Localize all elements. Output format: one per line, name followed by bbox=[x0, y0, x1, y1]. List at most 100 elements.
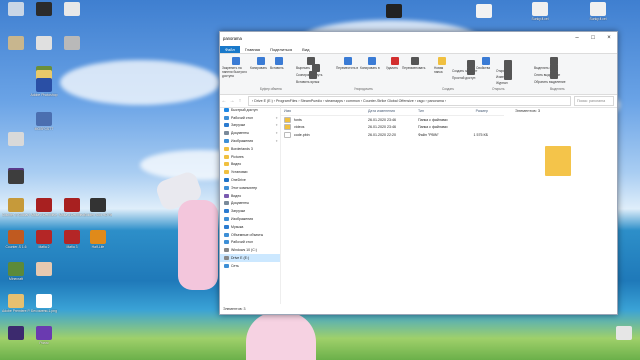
nav-item[interactable]: Загрузки ✦ bbox=[220, 122, 280, 130]
desktop-icon[interactable]: Ролик bbox=[30, 326, 58, 345]
desktop-icon[interactable]: Mafia 2 Definitive bbox=[30, 198, 58, 217]
tab-view[interactable]: Вид bbox=[297, 46, 314, 53]
desktop-icon[interactable] bbox=[30, 2, 58, 17]
desktop-icon[interactable]: Mafia 3 bbox=[58, 230, 86, 249]
desktop-icon[interactable]: Mafia 2 bbox=[30, 230, 58, 249]
ribbon-button[interactable]: Новая папка bbox=[434, 57, 450, 74]
desktop-icon[interactable] bbox=[58, 36, 86, 51]
tab-share[interactable]: Поделиться bbox=[265, 46, 297, 53]
desktop-icon[interactable]: Mafia 3 Definitive bbox=[58, 198, 86, 217]
address-path[interactable]: › Drive E (E:) › ProgramFiles › SteamPue… bbox=[248, 96, 571, 106]
column-size[interactable]: Размер bbox=[458, 109, 488, 113]
tab-file[interactable]: Файл bbox=[220, 46, 240, 53]
nav-item-icon bbox=[224, 193, 229, 198]
desktop-icon[interactable]: Sunky.fl.cel bbox=[526, 2, 554, 21]
nav-item[interactable]: OneDrive bbox=[220, 176, 280, 184]
desktop-icon[interactable] bbox=[2, 36, 30, 51]
desktop-icon[interactable]: Sunky.fl.cel bbox=[584, 2, 612, 21]
ribbon-button-label: Закрепить на панели быстрого доступа bbox=[222, 66, 248, 78]
file-type: Файл "PBIN" bbox=[418, 132, 439, 137]
desktop-icon[interactable]: Counter-S 1.6 bbox=[2, 230, 30, 249]
nav-item[interactable]: Borderlands 3 bbox=[220, 145, 280, 153]
up-arrow-icon[interactable]: ↑ bbox=[236, 98, 244, 104]
preview-count: Элементов: 3 bbox=[515, 108, 541, 113]
nav-item[interactable]: Рабочий стол bbox=[220, 239, 280, 247]
nav-item[interactable]: Изображения ✦ bbox=[220, 137, 280, 145]
nav-item[interactable]: Установки bbox=[220, 168, 280, 176]
ribbon-button[interactable]: Журнал bbox=[496, 72, 520, 85]
nav-item[interactable]: Видео bbox=[220, 192, 280, 200]
desktop-icon-label: Mafia 3 Definitive bbox=[58, 213, 85, 217]
nav-item[interactable]: Windows 10 (C:) bbox=[220, 246, 280, 254]
ribbon-button[interactable]: Свойства bbox=[476, 57, 496, 70]
ribbon-button[interactable]: Закрепить на панели быстрого доступа bbox=[222, 57, 250, 78]
desktop-icon[interactable]: Minecraft bbox=[2, 262, 30, 281]
search-input[interactable]: Поиск: panorama bbox=[574, 96, 614, 106]
desktop-icon[interactable] bbox=[58, 2, 86, 17]
desktop-icon[interactable]: Golden Slot HD Ree... bbox=[84, 198, 112, 217]
desktop-icon[interactable] bbox=[2, 132, 30, 147]
nav-item[interactable]: Видео bbox=[220, 161, 280, 169]
desktop-icon[interactable]: Adobe Premiere P... bbox=[2, 294, 30, 313]
minimize-button[interactable]: – bbox=[569, 32, 585, 44]
desktop-icon[interactable]: Counter-S Global O... bbox=[2, 198, 30, 217]
nav-item[interactable]: Документы bbox=[220, 200, 280, 208]
nav-item[interactable]: Быстрый доступ bbox=[220, 106, 280, 114]
file-row[interactable]: fonts 26.01.2020 23:46 Папка с файлами bbox=[281, 116, 504, 124]
ribbon-button[interactable]: Вставить bbox=[270, 57, 288, 70]
ribbon-button-label: Свойства bbox=[476, 66, 490, 70]
desktop-icon[interactable] bbox=[2, 326, 30, 341]
nav-item-icon bbox=[224, 209, 229, 214]
desktop-icon[interactable] bbox=[2, 170, 30, 185]
nav-item[interactable]: Сеть bbox=[220, 262, 280, 270]
ribbon-button-icon bbox=[467, 67, 475, 75]
nav-item[interactable]: Рабочий стол ✦ bbox=[220, 114, 280, 122]
nav-item[interactable]: Загрузки bbox=[220, 207, 280, 215]
ribbon-button[interactable]: Копировать в bbox=[360, 57, 384, 70]
ribbon-button-label: Журнал bbox=[496, 81, 508, 85]
desktop-icon-label: Adobe Photoshop bbox=[30, 93, 58, 97]
desktop-icon[interactable]: Без имени-1.png bbox=[30, 294, 58, 313]
desktop-icon-image bbox=[8, 326, 24, 340]
nav-item[interactable]: Этот компьютер bbox=[220, 184, 280, 192]
nav-item[interactable]: Изображения bbox=[220, 215, 280, 223]
desktop-icon[interactable] bbox=[30, 262, 58, 277]
file-row[interactable]: videos 26.01.2020 23:46 Папка с файлами bbox=[281, 124, 504, 132]
ribbon-button[interactable]: Обратить выделение bbox=[534, 71, 574, 84]
desktop-icon[interactable]: MOSFCSTT bbox=[30, 112, 58, 131]
nav-item[interactable]: Музыка bbox=[220, 223, 280, 231]
nav-item-label: Видео bbox=[231, 193, 242, 198]
column-date[interactable]: Дата изменения bbox=[368, 109, 418, 113]
status-bar: Элементов: 3 bbox=[223, 307, 246, 311]
column-type[interactable]: Тип bbox=[418, 109, 458, 113]
tab-home[interactable]: Главная bbox=[240, 46, 265, 53]
ribbon-button-icon bbox=[257, 57, 265, 65]
close-button[interactable]: × bbox=[601, 32, 617, 44]
folder-preview-icon bbox=[545, 146, 571, 176]
nav-item[interactable]: Drive E (E:) bbox=[220, 254, 280, 262]
ribbon-button[interactable]: Копировать bbox=[250, 57, 272, 70]
desktop-icon[interactable]: Half-Life bbox=[84, 230, 112, 249]
ribbon-button[interactable]: Переименовать bbox=[402, 57, 428, 70]
nav-item[interactable]: Документы ✦ bbox=[220, 129, 280, 137]
ribbon-button[interactable]: Переместить в bbox=[336, 57, 360, 70]
desktop-icon[interactable] bbox=[30, 36, 58, 51]
ribbon-button-icon bbox=[391, 57, 399, 65]
nav-item-icon bbox=[224, 146, 229, 151]
desktop-icon[interactable] bbox=[610, 326, 638, 341]
column-name[interactable]: Имя bbox=[281, 109, 368, 113]
nav-item[interactable]: Объемные объекты bbox=[220, 231, 280, 239]
desktop-icon[interactable] bbox=[470, 4, 498, 19]
desktop-icon[interactable]: Adobe Photoshop bbox=[30, 78, 58, 97]
ribbon-button-icon bbox=[550, 71, 558, 79]
desktop-icon[interactable] bbox=[2, 2, 30, 17]
ribbon-button[interactable]: Вставить ярлык bbox=[296, 71, 330, 84]
desktop-icon[interactable] bbox=[380, 4, 408, 19]
ribbon-button-label: Простой доступ bbox=[452, 76, 476, 80]
back-arrow-icon[interactable]: ← bbox=[220, 98, 228, 104]
desktop-icon-label: Без имени-1.png bbox=[30, 309, 58, 313]
file-row[interactable]: code.pbin 26.01.2020 22:20 Файл "PBIN" 1 57… bbox=[281, 131, 504, 139]
nav-item[interactable]: Pictures bbox=[220, 153, 280, 161]
forward-arrow-icon[interactable]: → bbox=[228, 98, 236, 104]
maximize-button[interactable]: □ bbox=[585, 32, 601, 44]
